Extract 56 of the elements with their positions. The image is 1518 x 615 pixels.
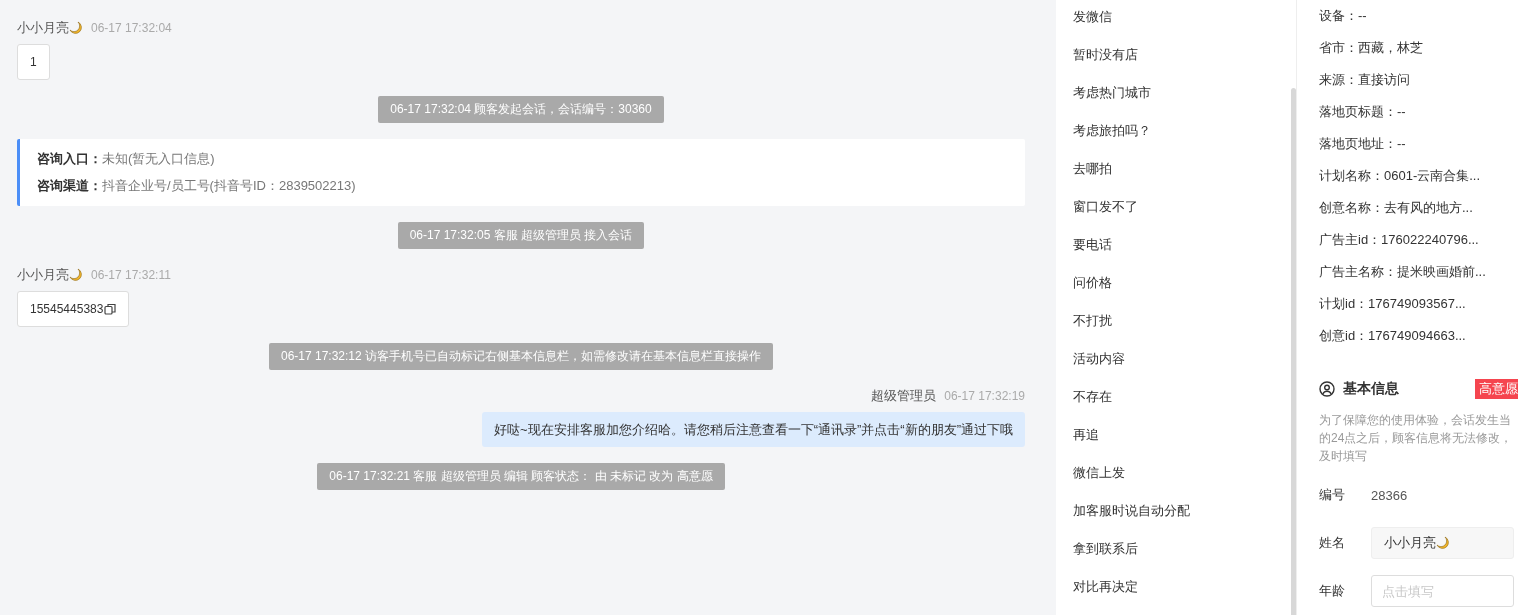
quick-reply-item[interactable]: 对比再决定	[1073, 568, 1138, 606]
info-row-text: 广告主id：176022240796...	[1319, 231, 1480, 249]
info-row-text: 创意id：176749094663...	[1319, 327, 1467, 345]
field-label: 年龄	[1319, 582, 1346, 600]
message-time: 06-17 17:32:04	[91, 21, 172, 35]
sender-name: 超级管理员	[871, 387, 937, 405]
message-bubble: 15545445383	[17, 291, 130, 327]
sender-name: 小小月亮	[17, 19, 83, 37]
quick-reply-item[interactable]: 再追	[1073, 416, 1099, 454]
info-row-text: 创意名称：去有风的地方...	[1319, 199, 1474, 217]
info-row-text: 广告主名称：提米映画婚前...	[1319, 263, 1487, 281]
info-line: 咨询渠道：抖音企业号/员工号(抖音号ID：2839502213)	[37, 177, 357, 195]
scrollbar[interactable]	[1291, 88, 1296, 615]
moon-icon	[69, 21, 83, 35]
quick-reply-item[interactable]: 要电话	[1073, 226, 1112, 264]
system-notice: 06-17 17:32:04 顾客发起会话，会话编号：30360	[378, 96, 664, 123]
quick-reply-item[interactable]: 窗口发不了	[1073, 188, 1138, 226]
quick-reply-item[interactable]: 发微信	[1073, 0, 1112, 36]
edit-notice: 为了保障您的使用体验，会话发生当 的24点之后，顾客信息将无法修改， 及时填写	[1319, 412, 1514, 465]
quick-reply-item[interactable]: 拿到联系后	[1073, 530, 1138, 568]
moon-icon	[69, 268, 83, 282]
message-time: 06-17 17:32:19	[944, 389, 1025, 403]
info-row-text: 计划id：176749093567...	[1319, 295, 1467, 313]
section-title: 基本信息	[1343, 380, 1399, 398]
field-value: 28366	[1371, 487, 1408, 503]
info-row-text: 落地页标题：--	[1319, 103, 1407, 121]
system-notice: 06-17 17:32:12 访客手机号已自动标记右侧基本信息栏，如需修改请在基本信息栏直接操作	[268, 343, 774, 370]
system-notice: 06-17 17:32:21 客服 超级管理员 编辑 顾客状态： 由 未标记 改为 高意愿	[317, 463, 725, 490]
quick-reply-item[interactable]: 微信上发	[1073, 454, 1125, 492]
info-row-text: 设备：--	[1319, 7, 1368, 25]
message-bubble: 好哒~现在安排客服加您介绍哈。请您稍后注意查看一下“通讯录”并点击“新的朋友”通过下哦	[482, 412, 1025, 447]
quick-reply-item[interactable]: 活动内容	[1073, 340, 1125, 378]
message-bubble: 1	[17, 44, 50, 80]
quick-reply-item[interactable]: 暂时没有店	[1073, 36, 1138, 74]
field-label: 编号	[1319, 486, 1346, 504]
status-tag[interactable]: 高意愿	[1475, 379, 1518, 399]
sender-name: 小小月亮	[17, 266, 83, 284]
info-row-text: 计划名称：0601-云南合集...	[1319, 167, 1482, 185]
quick-reply-item[interactable]: 加客服时说自动分配	[1073, 492, 1190, 530]
info-row-text: 省市：西藏，林芝	[1319, 39, 1424, 57]
field-label: 姓名	[1319, 534, 1346, 552]
info-line: 咨询入口：未知(暂无入口信息)	[37, 150, 216, 168]
quick-reply-item[interactable]: 不打扰	[1073, 302, 1112, 340]
info-row-text: 来源：直接访问	[1319, 71, 1411, 89]
quick-reply-item[interactable]: 考虑热门城市	[1073, 74, 1151, 112]
quick-reply-item[interactable]: 问价格	[1073, 264, 1112, 302]
quick-reply-item[interactable]: 去哪拍	[1073, 150, 1112, 188]
copy-icon[interactable]	[104, 303, 117, 315]
system-notice: 06-17 17:32:05 客服 超级管理员 接入会话	[397, 222, 645, 249]
name-field[interactable]: 小小月亮	[1371, 527, 1514, 559]
quick-reply-item[interactable]: 考虑旅拍吗？	[1073, 112, 1151, 150]
moon-icon	[1436, 536, 1450, 550]
quick-reply-item[interactable]: 不存在	[1073, 378, 1112, 416]
message-time: 06-17 17:32:11	[91, 268, 171, 282]
user-icon	[1319, 381, 1335, 397]
info-row-text: 落地页地址：--	[1319, 135, 1407, 153]
